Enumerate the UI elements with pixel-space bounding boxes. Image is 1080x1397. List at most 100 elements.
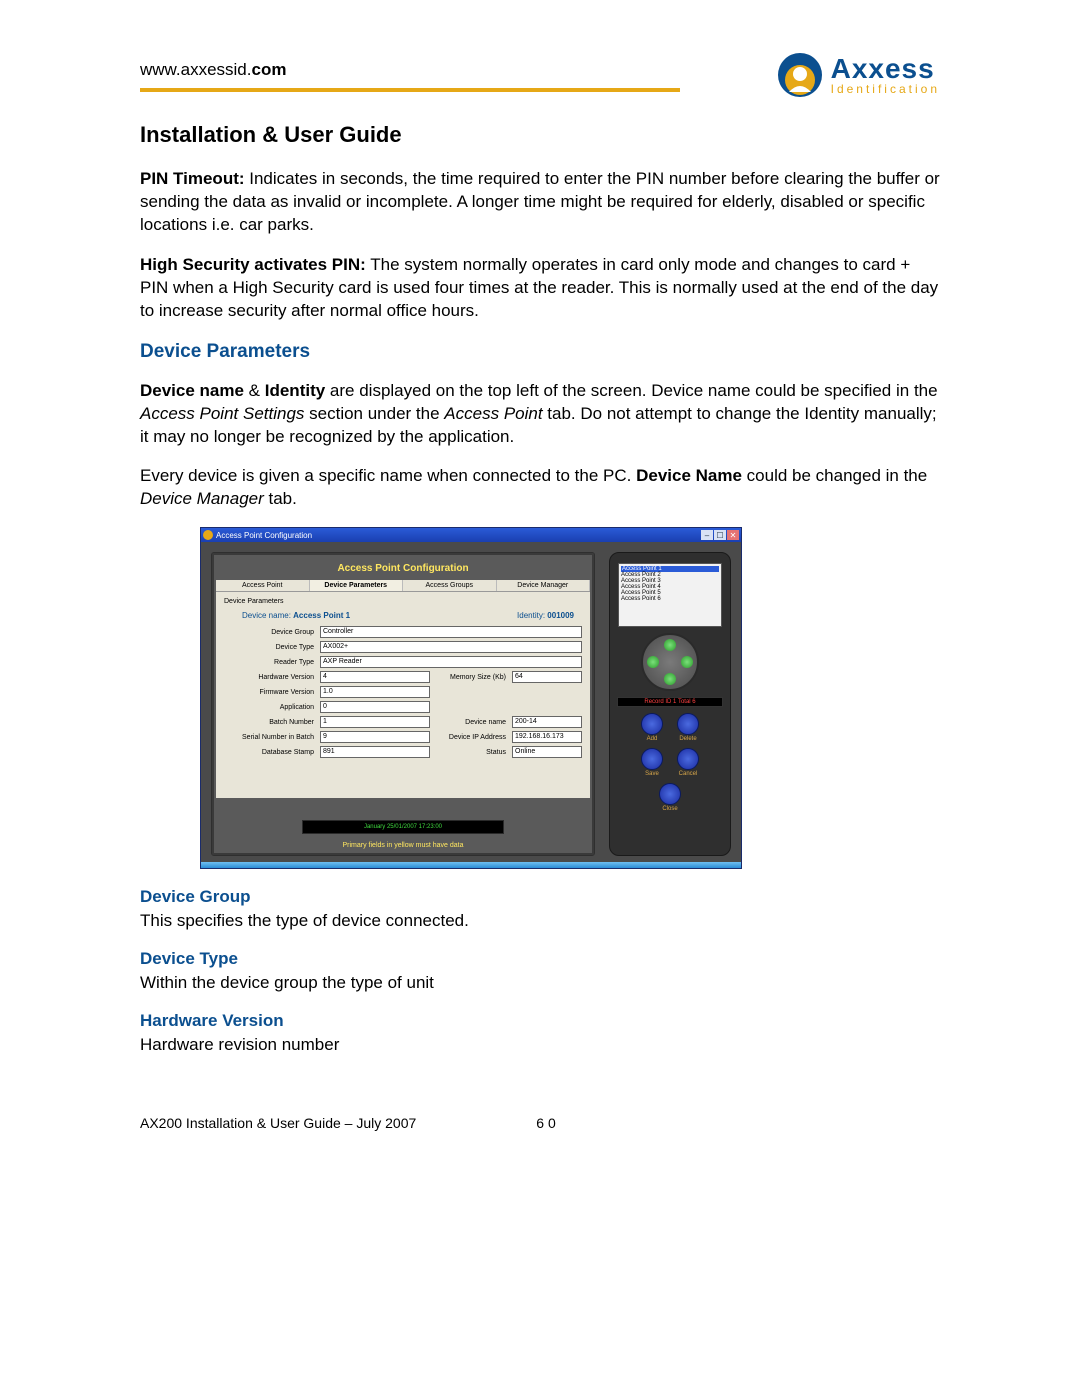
- device-group-input[interactable]: Controller: [320, 626, 582, 638]
- tab-access-groups[interactable]: Access Groups: [403, 580, 497, 591]
- window-title: Access Point Configuration: [216, 531, 312, 540]
- brand-logo: Axxess Identification: [775, 50, 940, 100]
- t5: could be changed in the: [742, 466, 927, 485]
- close-label: Close: [662, 806, 677, 812]
- tab-access-point[interactable]: Access Point: [216, 580, 310, 591]
- url-bold: com: [251, 60, 286, 79]
- page-footer: AX200 Installation & User Guide – July 2…: [140, 1115, 940, 1131]
- firmware-version-label: Firmware Version: [224, 689, 314, 696]
- t2: section under the: [304, 404, 444, 423]
- footer-doc-title: AX200 Installation & User Guide – July 2…: [140, 1115, 416, 1131]
- aps-italic: Access Point Settings: [140, 404, 304, 423]
- site-url: www.axxessid.com: [140, 60, 286, 88]
- device-type-label: Device Type: [224, 644, 314, 651]
- form-grid: Device Group Controller Device Type AX00…: [224, 626, 582, 758]
- status-input[interactable]: Online: [512, 746, 582, 758]
- section-heading-device-parameters: Device Parameters: [140, 341, 940, 363]
- firmware-version-input[interactable]: 1.0: [320, 686, 430, 698]
- nav-right-button[interactable]: [681, 656, 693, 668]
- status-label: Status: [436, 749, 506, 756]
- high-security-label: High Security activates PIN:: [140, 255, 366, 274]
- nav-down-button[interactable]: [664, 673, 676, 685]
- paragraph-pin-timeout: PIN Timeout: Indicates in seconds, the t…: [140, 168, 940, 237]
- memory-size-label: Memory Size (Kb): [436, 674, 506, 681]
- amp: &: [244, 381, 265, 400]
- add-button-group: Add: [641, 713, 663, 742]
- memory-size-input[interactable]: 64: [512, 671, 582, 683]
- save-button[interactable]: [641, 748, 663, 770]
- tab-strip: Access Point Device Parameters Access Gr…: [216, 580, 590, 592]
- hardware-version-input[interactable]: 4: [320, 671, 430, 683]
- reader-type-input[interactable]: AXP Reader: [320, 656, 582, 668]
- maximize-button[interactable]: ☐: [714, 530, 726, 540]
- identity-display: Identity: 001009: [517, 611, 574, 620]
- dm-italic: Device Manager: [140, 489, 264, 508]
- delete-button[interactable]: [677, 713, 699, 735]
- add-button[interactable]: [641, 713, 663, 735]
- db-stamp-label: Database Stamp: [224, 749, 314, 756]
- cancel-button[interactable]: [677, 748, 699, 770]
- tab-device-manager[interactable]: Device Manager: [497, 580, 591, 591]
- minimize-button[interactable]: –: [701, 530, 713, 540]
- device-type-input[interactable]: AX002+: [320, 641, 582, 653]
- save-button-group: Save: [641, 748, 663, 777]
- application-input[interactable]: 0: [320, 701, 430, 713]
- nav-up-button[interactable]: [664, 639, 676, 651]
- close-button[interactable]: ✕: [727, 530, 739, 540]
- nav-knob: [641, 633, 699, 691]
- sub-heading-device-group: Device Group: [140, 887, 940, 907]
- logo-mark-icon: [775, 50, 825, 100]
- form-panel: Device Parameters Device name: Access Po…: [216, 592, 590, 798]
- tab-device-parameters[interactable]: Device Parameters: [310, 580, 404, 591]
- paragraph-high-security: High Security activates PIN: The system …: [140, 254, 940, 323]
- document-page: www.axxessid.com Axxess Identification I…: [0, 0, 1080, 1171]
- device-lcd: Access Point 1 Access Point 2 Access Poi…: [618, 563, 722, 627]
- paragraph-device-name-change: Every device is given a specific name wh…: [140, 465, 940, 511]
- lcd-item[interactable]: Access Point 6: [621, 596, 719, 602]
- window-bottom-bar: [201, 862, 741, 868]
- form-hint: Primary fields in yellow must have data: [216, 838, 590, 851]
- logo-word-bottom: Identification: [831, 83, 940, 95]
- window-titlebar: Access Point Configuration – ☐ ✕: [201, 528, 741, 542]
- serial-label: Serial Number in Batch: [224, 734, 314, 741]
- datetime-strip: January 25/01/2007 17:23:00: [302, 820, 504, 834]
- paragraph-device-name-identity: Device name & Identity are displayed on …: [140, 380, 940, 449]
- t4: Every device is given a specific name wh…: [140, 466, 636, 485]
- device-name2-label: Device name: [436, 719, 506, 726]
- delete-button-group: Delete: [677, 713, 699, 742]
- window-controls: – ☐ ✕: [701, 530, 739, 540]
- logo-text: Axxess Identification: [831, 55, 940, 95]
- add-label: Add: [647, 736, 658, 742]
- record-strip: Record ID 1 Total 6: [617, 697, 723, 707]
- batch-number-label: Batch Number: [224, 719, 314, 726]
- handheld-device: Access Point 1 Access Point 2 Access Poi…: [609, 552, 731, 856]
- footer-page-number: 6 0: [536, 1115, 555, 1131]
- sub-text-hardware-version: Hardware revision number: [140, 1035, 940, 1055]
- ap-italic: Access Point: [444, 404, 542, 423]
- delete-label: Delete: [679, 736, 696, 742]
- application-label: Application: [224, 704, 314, 711]
- dn-bold: Device name: [140, 381, 244, 400]
- identity-bold: Identity: [265, 381, 325, 400]
- db-stamp-input[interactable]: 891: [320, 746, 430, 758]
- batch-number-input[interactable]: 1: [320, 716, 430, 728]
- sub-text-device-group: This specifies the type of device connec…: [140, 911, 940, 931]
- url-plain: www.axxessid.: [140, 60, 251, 79]
- serial-input[interactable]: 9: [320, 731, 430, 743]
- ip-input[interactable]: 192.168.16.173: [512, 731, 582, 743]
- t6: tab.: [264, 489, 297, 508]
- sub-heading-hardware-version: Hardware Version: [140, 1011, 940, 1031]
- cancel-label: Cancel: [679, 771, 698, 777]
- t1: are displayed on the top left of the scr…: [325, 381, 937, 400]
- device-close-button[interactable]: [659, 783, 681, 805]
- device-name-display: Device name: Access Point 1: [242, 611, 350, 620]
- close-button-group: Close: [659, 783, 681, 812]
- pin-timeout-label: PIN Timeout:: [140, 169, 245, 188]
- app-icon: [203, 530, 213, 540]
- device-name2-input[interactable]: 200-14: [512, 716, 582, 728]
- config-title: Access Point Configuration: [216, 557, 590, 580]
- page-header: www.axxessid.com Axxess Identification: [140, 60, 940, 88]
- nav-left-button[interactable]: [647, 656, 659, 668]
- hardware-version-label: Hardware Version: [224, 674, 314, 681]
- logo-word-top: Axxess: [831, 55, 940, 83]
